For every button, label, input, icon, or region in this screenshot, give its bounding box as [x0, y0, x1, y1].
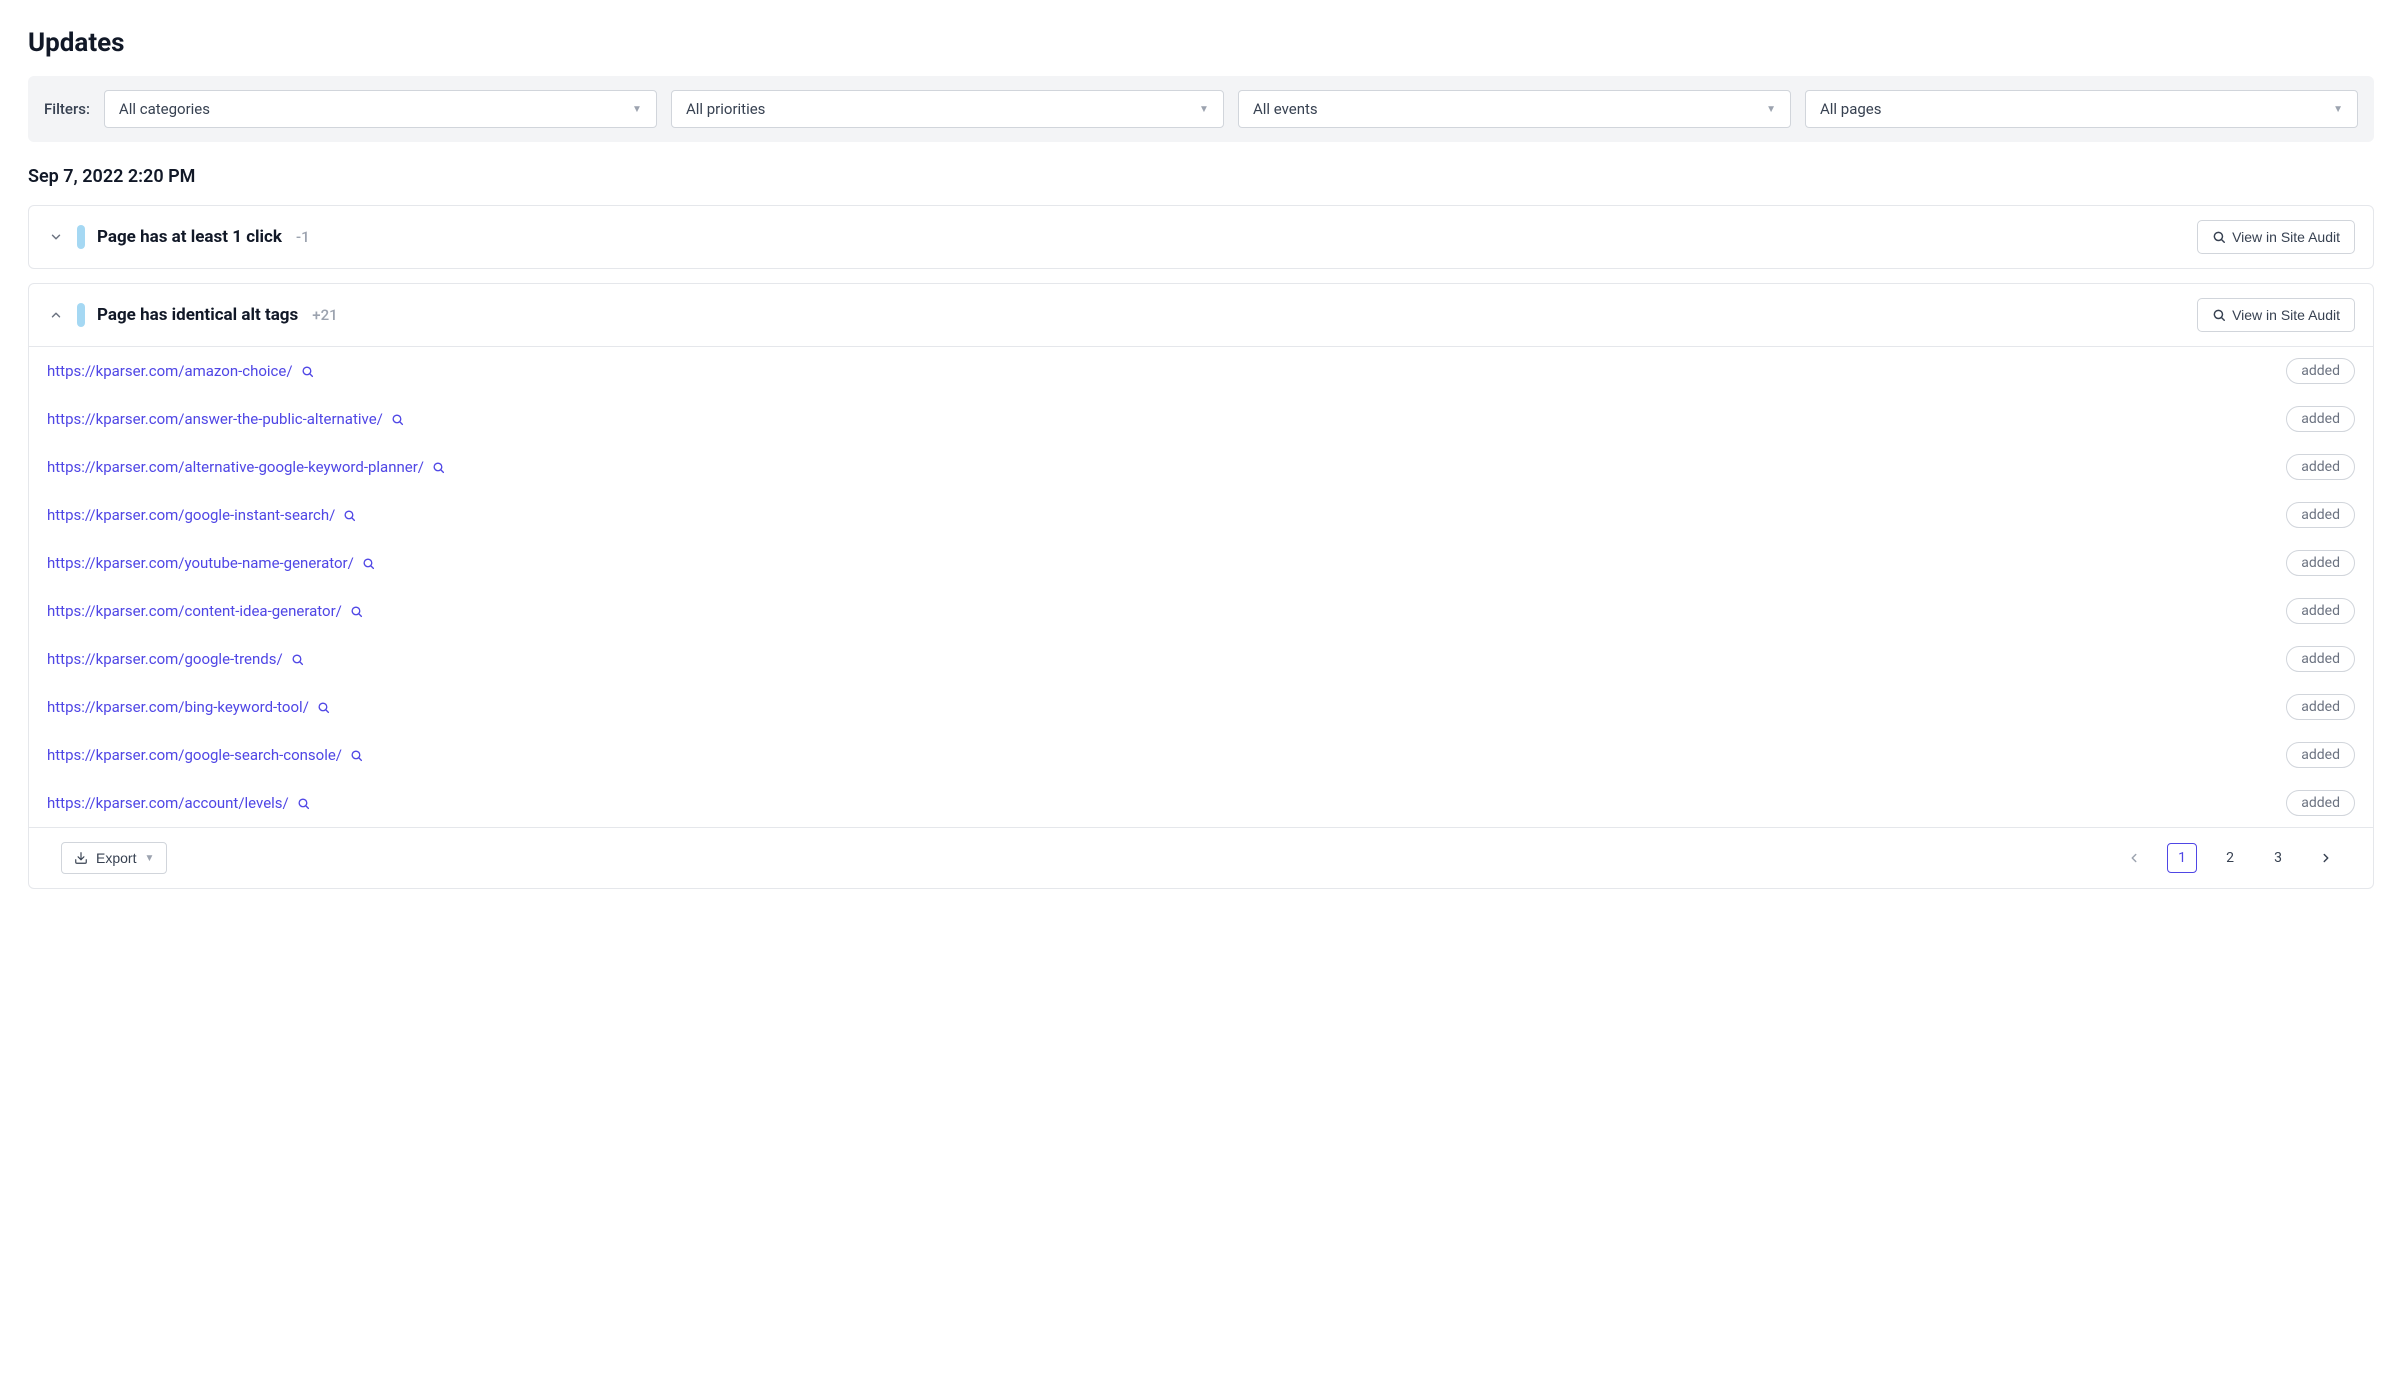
- filter-pages-value: All pages: [1820, 100, 1882, 118]
- priority-badge: [77, 225, 85, 249]
- filters-label: Filters:: [44, 100, 90, 118]
- status-badge: added: [2286, 694, 2355, 720]
- url-link[interactable]: https://kparser.com/google-trends/: [47, 650, 283, 668]
- status-badge: added: [2286, 358, 2355, 384]
- caret-down-icon: ▼: [2333, 104, 2343, 115]
- pagination-page-button[interactable]: 2: [2215, 843, 2245, 873]
- update-group: Page has identical alt tags +21 View in …: [28, 283, 2374, 889]
- timestamp: Sep 7, 2022 2:20 PM: [28, 166, 2374, 187]
- view-in-site-audit-button[interactable]: View in Site Audit: [2197, 220, 2355, 254]
- caret-down-icon: ▼: [144, 853, 154, 864]
- download-icon: [74, 851, 88, 865]
- search-icon[interactable]: [291, 653, 304, 666]
- url-row: https://kparser.com/google-trends/added: [29, 635, 2373, 683]
- update-group-header[interactable]: Page has identical alt tags +21 View in …: [29, 284, 2373, 346]
- update-group-title: Page has identical alt tags: [97, 305, 298, 325]
- url-row: https://kparser.com/google-search-consol…: [29, 731, 2373, 779]
- pagination-prev-button[interactable]: [2119, 843, 2149, 873]
- priority-badge: [77, 303, 85, 327]
- view-button-label: View in Site Audit: [2232, 229, 2340, 245]
- url-link[interactable]: https://kparser.com/alternative-google-k…: [47, 458, 424, 476]
- chevron-up-icon[interactable]: [47, 306, 65, 324]
- chevron-down-icon[interactable]: [47, 228, 65, 246]
- view-in-site-audit-button[interactable]: View in Site Audit: [2197, 298, 2355, 332]
- url-link[interactable]: https://kparser.com/bing-keyword-tool/: [47, 698, 309, 716]
- url-link[interactable]: https://kparser.com/youtube-name-generat…: [47, 554, 354, 572]
- update-group: Page has at least 1 click -1 View in Sit…: [28, 205, 2374, 269]
- search-icon[interactable]: [301, 365, 314, 378]
- caret-down-icon: ▼: [1199, 104, 1209, 115]
- caret-down-icon: ▼: [1766, 104, 1776, 115]
- caret-down-icon: ▼: [632, 104, 642, 115]
- filter-pages-select[interactable]: All pages ▼: [1805, 90, 2358, 128]
- url-link[interactable]: https://kparser.com/amazon-choice/: [47, 362, 293, 380]
- search-icon[interactable]: [362, 557, 375, 570]
- update-group-title: Page has at least 1 click: [97, 227, 282, 247]
- filter-categories-value: All categories: [119, 100, 210, 118]
- url-link[interactable]: https://kparser.com/account/levels/: [47, 794, 289, 812]
- pagination-page-button[interactable]: 3: [2263, 843, 2293, 873]
- pagination: 123: [2119, 843, 2341, 873]
- search-icon[interactable]: [391, 413, 404, 426]
- page-title: Updates: [28, 28, 2374, 58]
- status-badge: added: [2286, 790, 2355, 816]
- filter-events-select[interactable]: All events ▼: [1238, 90, 1791, 128]
- search-icon[interactable]: [317, 701, 330, 714]
- search-icon[interactable]: [350, 605, 363, 618]
- url-row: https://kparser.com/answer-the-public-al…: [29, 395, 2373, 443]
- url-link[interactable]: https://kparser.com/answer-the-public-al…: [47, 410, 383, 428]
- pagination-next-button[interactable]: [2311, 843, 2341, 873]
- url-row: https://kparser.com/google-instant-searc…: [29, 491, 2373, 539]
- url-row: https://kparser.com/amazon-choice/added: [29, 347, 2373, 395]
- search-icon: [2212, 230, 2226, 244]
- status-badge: added: [2286, 454, 2355, 480]
- search-icon[interactable]: [297, 797, 310, 810]
- update-group-delta: -1: [296, 228, 310, 246]
- search-icon: [2212, 308, 2226, 322]
- status-badge: added: [2286, 646, 2355, 672]
- export-label: Export: [96, 850, 136, 866]
- status-badge: added: [2286, 598, 2355, 624]
- status-badge: added: [2286, 742, 2355, 768]
- url-row: https://kparser.com/content-idea-generat…: [29, 587, 2373, 635]
- filters-bar: Filters: All categories ▼ All priorities…: [28, 76, 2374, 142]
- url-link[interactable]: https://kparser.com/google-search-consol…: [47, 746, 342, 764]
- update-group-footer: Export ▼ 123: [29, 827, 2373, 888]
- update-group-body: https://kparser.com/amazon-choice/addedh…: [29, 346, 2373, 827]
- filter-priorities-value: All priorities: [686, 100, 766, 118]
- url-row: https://kparser.com/alternative-google-k…: [29, 443, 2373, 491]
- url-link[interactable]: https://kparser.com/google-instant-searc…: [47, 506, 335, 524]
- status-badge: added: [2286, 550, 2355, 576]
- url-row: https://kparser.com/youtube-name-generat…: [29, 539, 2373, 587]
- search-icon[interactable]: [343, 509, 356, 522]
- update-group-header[interactable]: Page has at least 1 click -1 View in Sit…: [29, 206, 2373, 268]
- url-row: https://kparser.com/account/levels/added: [29, 779, 2373, 827]
- search-icon[interactable]: [432, 461, 445, 474]
- export-button[interactable]: Export ▼: [61, 842, 167, 874]
- status-badge: added: [2286, 502, 2355, 528]
- search-icon[interactable]: [350, 749, 363, 762]
- filter-categories-select[interactable]: All categories ▼: [104, 90, 657, 128]
- pagination-page-button[interactable]: 1: [2167, 843, 2197, 873]
- filter-priorities-select[interactable]: All priorities ▼: [671, 90, 1224, 128]
- update-group-delta: +21: [312, 306, 337, 324]
- status-badge: added: [2286, 406, 2355, 432]
- url-link[interactable]: https://kparser.com/content-idea-generat…: [47, 602, 342, 620]
- filter-events-value: All events: [1253, 100, 1318, 118]
- url-row: https://kparser.com/bing-keyword-tool/ad…: [29, 683, 2373, 731]
- view-button-label: View in Site Audit: [2232, 307, 2340, 323]
